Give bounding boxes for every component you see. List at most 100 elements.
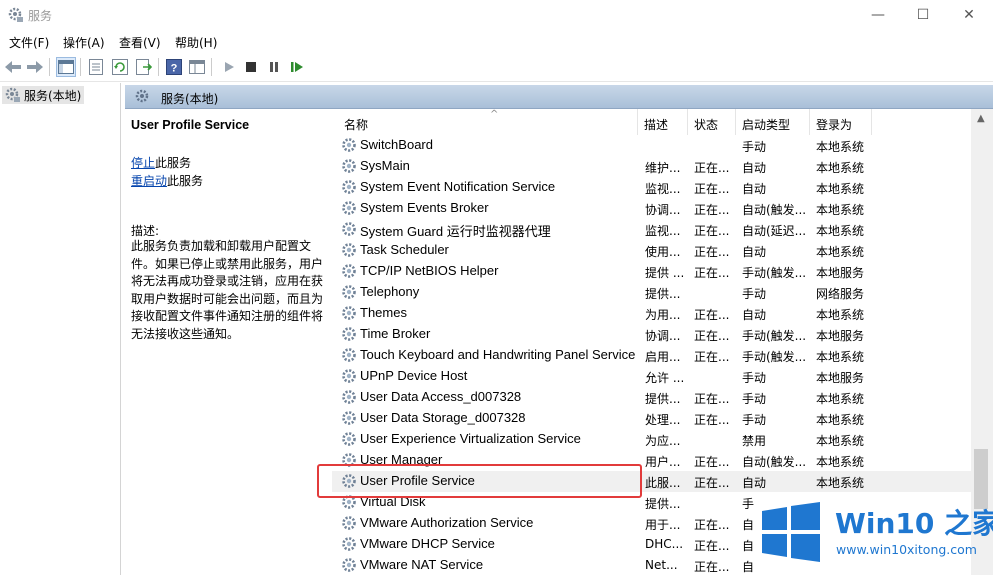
- service-gear-icon: [341, 431, 357, 450]
- service-row[interactable]: TCP/IP NetBIOS Helper 提供 ... 正在... 手动(触发...…: [332, 261, 972, 282]
- service-logon-as: 网络服务: [816, 287, 865, 301]
- service-description: 用于...: [645, 518, 681, 532]
- service-gear-icon: [341, 158, 357, 177]
- service-name: Touch Keyboard and Handwriting Panel Ser…: [360, 347, 636, 362]
- selected-service-title: User Profile Service: [131, 118, 250, 132]
- menu-help[interactable]: 帮助(H): [175, 34, 217, 51]
- column-header-status[interactable]: 状态: [688, 109, 736, 135]
- forward-arrow-icon[interactable]: [25, 57, 45, 77]
- services-gear-icon: [135, 89, 151, 108]
- service-description: Net...: [645, 558, 678, 572]
- service-status: 正在...: [694, 245, 730, 259]
- description-label: 描述:: [131, 224, 160, 238]
- service-logon-as: 本地系统: [816, 455, 865, 469]
- service-row[interactable]: User Experience Virtualization Service 为应…: [332, 429, 972, 450]
- services-gear-icon: [8, 7, 24, 23]
- service-gear-icon: [341, 263, 357, 282]
- export-list-icon[interactable]: [134, 57, 154, 77]
- service-gear-icon: [341, 326, 357, 345]
- close-button[interactable]: ✕: [946, 0, 992, 30]
- service-description: 协调...: [645, 329, 681, 343]
- title-bar: 服务 — ☐ ✕: [0, 0, 993, 30]
- service-description: 维护...: [645, 161, 681, 175]
- service-row[interactable]: System Event Notification Service 监视... 正在…: [332, 177, 972, 198]
- service-name: Time Broker: [360, 326, 431, 341]
- windows-logo-icon: [762, 502, 820, 562]
- service-description: 处理...: [645, 413, 681, 427]
- service-row[interactable]: UPnP Device Host 允许 ... 手动 本地服务: [332, 366, 972, 387]
- service-name: User Experience Virtualization Service: [360, 431, 581, 446]
- description-panel: User Profile Service 停止此服务 重启动此服务 描述: 此服…: [125, 109, 330, 575]
- console-tree: 服务(本地): [0, 83, 121, 575]
- service-row[interactable]: SwitchBoard 手动 本地系统: [332, 135, 972, 156]
- service-description: 提供 ...: [645, 266, 685, 280]
- service-logon-as: 本地系统: [816, 392, 865, 406]
- service-status: 正在...: [694, 455, 730, 469]
- service-status: 正在...: [694, 392, 730, 406]
- service-gear-icon: [341, 410, 357, 429]
- restart-service-link[interactable]: 重启动: [131, 174, 167, 188]
- back-arrow-icon[interactable]: [3, 57, 23, 77]
- column-header-logon-as[interactable]: 登录为: [810, 109, 872, 135]
- highlight-box: [317, 464, 642, 498]
- service-gear-icon: [341, 515, 357, 534]
- restart-service-icon[interactable]: [287, 57, 307, 77]
- stop-action: 停止此服务: [131, 154, 191, 171]
- start-service-icon[interactable]: [219, 57, 239, 77]
- column-header-startup-type[interactable]: 启动类型: [736, 109, 810, 135]
- service-status: 正在...: [694, 413, 730, 427]
- properties-icon[interactable]: [86, 57, 106, 77]
- service-logon-as: 本地系统: [816, 182, 865, 196]
- service-row[interactable]: Task Scheduler 使用... 正在... 自动 本地系统: [332, 240, 972, 261]
- services-gear-icon: [5, 87, 21, 106]
- menu-file[interactable]: 文件(F): [9, 34, 49, 51]
- minimize-button[interactable]: —: [855, 0, 901, 30]
- service-gear-icon: [341, 284, 357, 303]
- menu-view[interactable]: 查看(V): [119, 34, 161, 51]
- service-row[interactable]: System Guard 运行时监视器代理 监视... 正在... 自动(延迟... 本…: [332, 219, 972, 240]
- service-status: 正在...: [694, 560, 730, 574]
- service-row[interactable]: System Events Broker 协调... 正在... 自动(触发... 本地…: [332, 198, 972, 219]
- service-startup-type: 自动: [742, 161, 767, 175]
- service-startup-type: 手动(触发...: [742, 350, 807, 364]
- service-row[interactable]: User Data Access_d007328 提供... 正在... 手动 本地系统: [332, 387, 972, 408]
- help-icon[interactable]: ?: [164, 57, 184, 77]
- view-pane-icon[interactable]: [187, 57, 207, 77]
- console-tree-icon[interactable]: [56, 57, 76, 77]
- tree-item-services-local[interactable]: 服务(本地): [2, 86, 85, 106]
- service-description: DHC...: [645, 537, 684, 551]
- service-row[interactable]: SysMain 维护... 正在... 自动 本地系统: [332, 156, 972, 177]
- pause-service-icon[interactable]: [264, 57, 284, 77]
- tree-item-label: 服务(本地): [24, 89, 82, 103]
- service-row[interactable]: Themes 为用... 正在... 自动 本地系统: [332, 303, 972, 324]
- maximize-button[interactable]: ☐: [900, 0, 946, 30]
- menu-action[interactable]: 操作(A): [63, 34, 105, 51]
- scroll-up-arrow-icon[interactable]: ▲: [977, 113, 985, 124]
- column-header-name[interactable]: 名称 ^: [338, 109, 638, 135]
- description-text: 此服务负责加载和卸载用户配置文件。如果已停止或禁用此服务，用户将无法再成功登录或…: [131, 239, 324, 341]
- service-row[interactable]: Touch Keyboard and Handwriting Panel Ser…: [332, 345, 972, 366]
- service-description: 用户...: [645, 455, 681, 469]
- restart-action: 重启动此服务: [131, 172, 203, 189]
- service-status: 正在...: [694, 182, 730, 196]
- stop-service-icon[interactable]: [241, 57, 261, 77]
- service-gear-icon: [341, 179, 357, 198]
- service-row[interactable]: Time Broker 协调... 正在... 手动(触发... 本地服务: [332, 324, 972, 345]
- service-description: 监视...: [645, 224, 681, 238]
- column-header-description[interactable]: 描述: [638, 109, 688, 135]
- service-status: 正在...: [694, 329, 730, 343]
- service-row[interactable]: User Data Storage_d007328 处理... 正在... 手动 本地系…: [332, 408, 972, 429]
- service-name: VMware NAT Service: [360, 557, 484, 572]
- service-status: 正在...: [694, 539, 730, 553]
- service-logon-as: 本地服务: [816, 329, 865, 343]
- service-logon-as: 本地系统: [816, 476, 865, 490]
- service-logon-as: 本地系统: [816, 350, 865, 364]
- stop-service-link[interactable]: 停止: [131, 156, 155, 170]
- service-row[interactable]: Telephony 提供... 手动 网络服务: [332, 282, 972, 303]
- service-startup-type: 自动(触发...: [742, 203, 807, 217]
- pane-header: 服务(本地): [125, 85, 993, 109]
- refresh-icon[interactable]: [110, 57, 130, 77]
- service-description: 启用...: [645, 350, 681, 364]
- service-name: VMware DHCP Service: [360, 536, 495, 551]
- service-description: 此服...: [645, 476, 681, 490]
